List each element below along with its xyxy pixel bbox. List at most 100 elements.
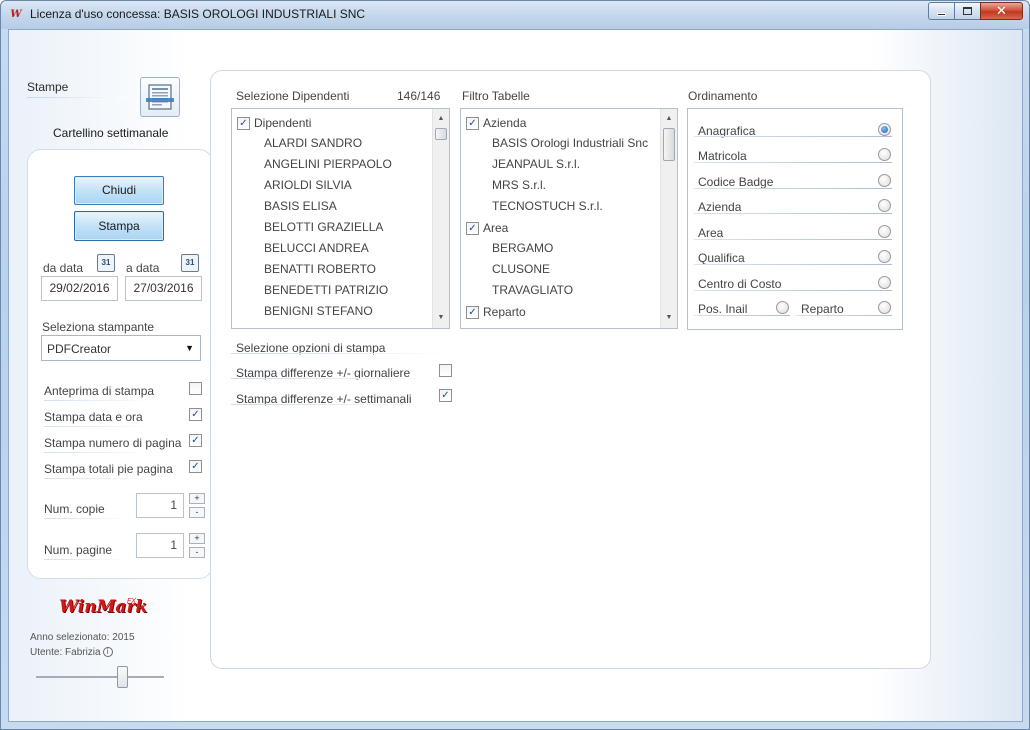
list-item[interactable]: BENIGNI STEFANO xyxy=(264,304,373,325)
list-item[interactable]: BASIS ELISA xyxy=(264,199,337,220)
ord-label-qualifica: Qualifica xyxy=(698,251,745,265)
dipendenti-scrollbar[interactable]: ▲ ▼ xyxy=(432,109,449,328)
list-item[interactable]: ANGELINI PIERPAOLO xyxy=(264,157,392,178)
scroll-up-icon[interactable]: ▲ xyxy=(661,111,677,127)
list-item[interactable]: BELOTTI GRAZIELLA xyxy=(264,220,383,241)
filtro-scrollbar[interactable]: ▲ ▼ xyxy=(660,109,677,328)
radio-area[interactable] xyxy=(878,225,891,238)
radio-anagrafica[interactable] xyxy=(878,123,891,136)
scroll-thumb[interactable] xyxy=(663,128,675,161)
list-item[interactable]: BELUCCI ANDREA xyxy=(264,241,369,262)
ord-label-matricola: Matricola xyxy=(698,149,747,163)
stampa-button[interactable]: Stampa xyxy=(74,211,164,241)
dipendenti-header-label: Dipendenti xyxy=(254,116,312,130)
printer-label: Seleziona stampante xyxy=(42,320,155,334)
close-icon: ✕ xyxy=(996,3,1007,18)
radio-centro-costo[interactable] xyxy=(878,276,891,289)
slider-handle[interactable] xyxy=(117,666,129,688)
scroll-thumb[interactable] xyxy=(435,128,447,140)
totali-checkbox[interactable]: ✓ xyxy=(189,460,202,473)
num-copie-plus-button[interactable]: + xyxy=(189,493,205,504)
ord-label-codice-badge: Codice Badge xyxy=(698,175,774,189)
dipendenti-title: Selezione Dipendenti xyxy=(236,89,350,103)
numero-pagina-checkbox[interactable]: ✓ xyxy=(189,434,202,447)
maximize-button[interactable] xyxy=(954,2,980,20)
printer-value: PDFCreator xyxy=(47,342,112,356)
option-label: Anteprima di stampa xyxy=(44,384,155,398)
ordinamento-panel: Anagrafica Matricola Codice Badge Aziend… xyxy=(687,108,903,330)
radio-reparto[interactable] xyxy=(878,301,891,314)
list-item[interactable]: CLUSONE xyxy=(492,262,550,283)
da-data-field[interactable]: 29/02/2016 xyxy=(41,276,118,301)
report-button[interactable] xyxy=(140,77,180,117)
utente-label: Utente: Fabrizia xyxy=(30,647,101,658)
dipendenti-count: 146/146 xyxy=(397,89,441,103)
window-controls: ✕ xyxy=(928,2,1023,21)
group-label: Reparto xyxy=(483,305,526,319)
option-label: Stampa totali pie pagina xyxy=(44,462,173,476)
stampe-label: Stampe xyxy=(27,80,69,94)
list-item[interactable]: BERGAMO xyxy=(492,241,553,262)
anteprima-checkbox[interactable] xyxy=(189,382,202,395)
dipendenti-checkbox[interactable]: ✓ xyxy=(237,117,250,130)
giornaliere-checkbox[interactable] xyxy=(439,364,452,377)
maximize-icon xyxy=(963,7,972,15)
option-totali: Stampa totali pie pagina ✓ xyxy=(44,460,204,479)
num-pagine-plus-button[interactable]: + xyxy=(189,533,205,544)
info-icon[interactable]: i xyxy=(102,647,113,658)
report-document-icon xyxy=(146,84,174,110)
chiudi-label: Chiudi xyxy=(101,183,137,197)
list-item[interactable]: BENEDETTI PATRIZIO xyxy=(264,283,388,304)
num-pagine-minus-button[interactable]: - xyxy=(189,547,205,558)
radio-codice-badge[interactable] xyxy=(878,174,891,187)
data-ora-checkbox[interactable]: ✓ xyxy=(189,408,202,421)
da-data-calendar-icon[interactable]: 31 xyxy=(97,254,115,272)
reparto-group-checkbox[interactable]: ✓ xyxy=(466,306,479,319)
printer-select[interactable]: PDFCreator ▼ xyxy=(41,335,201,361)
list-item[interactable]: ALARDI SANDRO xyxy=(264,136,362,157)
ord-label-centro-costo: Centro di Costo xyxy=(698,277,782,291)
anno-selezionato: Anno selezionato: 2015 xyxy=(30,632,135,643)
close-window-button[interactable]: ✕ xyxy=(980,2,1023,20)
radio-azienda[interactable] xyxy=(878,199,891,212)
num-copie-minus-button[interactable]: - xyxy=(189,507,205,518)
list-item[interactable]: MRS S.r.l. xyxy=(492,178,546,199)
num-pagine-field[interactable]: 1 xyxy=(136,533,184,558)
option-label: Stampa data e ora xyxy=(44,410,143,424)
list-item[interactable]: TRAVAGLIATO xyxy=(492,283,573,304)
area-group-checkbox[interactable]: ✓ xyxy=(466,222,479,235)
ord-label-azienda: Azienda xyxy=(698,200,742,214)
settimanali-checkbox[interactable]: ✓ xyxy=(439,389,452,402)
scroll-down-icon[interactable]: ▼ xyxy=(661,310,677,326)
scroll-down-icon[interactable]: ▼ xyxy=(433,310,449,326)
report-name: Cartellino settimanale xyxy=(53,126,169,140)
radio-matricola[interactable] xyxy=(878,148,891,161)
ordinamento-title: Ordinamento xyxy=(688,89,758,103)
client-area: Stampe Cartellino settimanale Chiudi Sta… xyxy=(8,29,1023,722)
list-item[interactable]: TECNOSTUCH S.r.l. xyxy=(492,199,603,220)
window-title: Licenza d'uso concessa: BASIS OROLOGI IN… xyxy=(30,7,366,21)
num-copie-label: Num. copie xyxy=(44,502,105,516)
list-item[interactable]: BASIS Orologi Industriali Snc xyxy=(492,136,648,157)
list-item[interactable]: BENATTI ROBERTO xyxy=(264,262,376,283)
ord-label-reparto: Reparto xyxy=(801,302,844,316)
chevron-down-icon: ▼ xyxy=(185,343,194,353)
dipendenti-list[interactable]: ✓ Dipendenti ALARDI SANDRO ANGELINI PIER… xyxy=(231,108,450,329)
scroll-up-icon[interactable]: ▲ xyxy=(433,111,449,127)
group-label: Azienda xyxy=(483,116,527,130)
ord-label-area: Area xyxy=(698,226,724,240)
azienda-group-checkbox[interactable]: ✓ xyxy=(466,117,479,130)
radio-pos-inail[interactable] xyxy=(776,301,789,314)
minimize-button[interactable] xyxy=(928,2,954,20)
a-data-field[interactable]: 27/03/2016 xyxy=(125,276,202,301)
chiudi-button[interactable]: Chiudi xyxy=(74,176,164,205)
list-item[interactable]: JEANPAUL S.r.l. xyxy=(492,157,580,178)
stampa-label: Stampa xyxy=(98,219,140,233)
radio-qualifica[interactable] xyxy=(878,250,891,263)
da-data-label: da data xyxy=(43,261,84,275)
option-numero-pagina: Stampa numero di pagina ✓ xyxy=(44,434,204,453)
filtro-list[interactable]: ✓ Azienda BASIS Orologi Industriali Snc … xyxy=(460,108,678,329)
list-item[interactable]: ARIOLDI SILVIA xyxy=(264,178,352,199)
a-data-calendar-icon[interactable]: 31 xyxy=(181,254,199,272)
num-copie-field[interactable]: 1 xyxy=(136,493,184,518)
